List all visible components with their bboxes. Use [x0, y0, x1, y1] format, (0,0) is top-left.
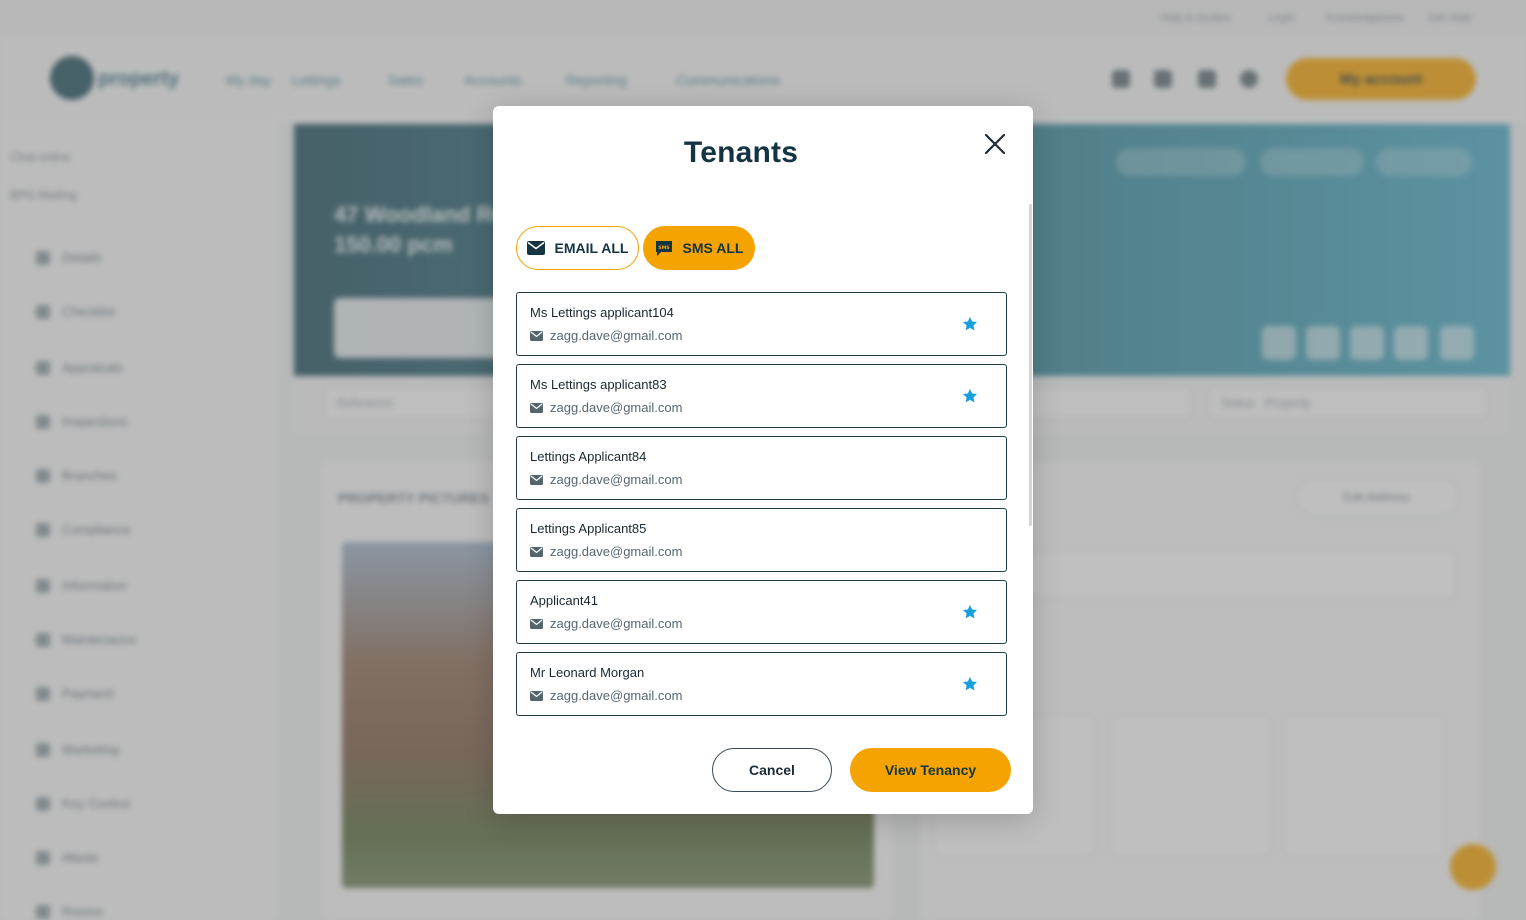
envelope-icon — [526, 241, 545, 255]
envelope-icon — [530, 546, 543, 557]
sms-all-button[interactable]: SMS SMS ALL — [643, 226, 755, 270]
tenant-email[interactable]: zagg.dave@gmail.com — [550, 688, 682, 703]
tenant-email[interactable]: zagg.dave@gmail.com — [550, 400, 682, 415]
tenants-modal: Tenants EMAIL ALL SMS SMS ALL Ms Letting… — [493, 106, 1033, 814]
sms-chat-icon: SMS — [655, 240, 672, 256]
cancel-button[interactable]: Cancel — [712, 748, 832, 792]
email-all-label: EMAIL ALL — [554, 240, 629, 256]
tenant-list: Ms Lettings applicant104 zagg.dave@gmail… — [516, 292, 1007, 724]
envelope-icon — [530, 690, 543, 701]
star-icon[interactable] — [961, 675, 979, 693]
envelope-icon — [530, 474, 543, 485]
sms-all-label: SMS ALL — [682, 240, 744, 256]
tenant-email-row: zagg.dave@gmail.com — [530, 400, 682, 415]
tenant-email[interactable]: zagg.dave@gmail.com — [550, 328, 682, 343]
sms-icon-text: SMS — [658, 244, 669, 250]
close-button[interactable] — [981, 130, 1009, 158]
tenant-email-row: zagg.dave@gmail.com — [530, 472, 682, 487]
scrollbar[interactable] — [1029, 204, 1032, 526]
tenant-email-row: zagg.dave@gmail.com — [530, 544, 682, 559]
tenant-card[interactable]: Applicant41 zagg.dave@gmail.com — [516, 580, 1007, 644]
tenant-card[interactable]: Ms Lettings applicant83 zagg.dave@gmail.… — [516, 364, 1007, 428]
tenant-card[interactable]: Lettings Applicant84 zagg.dave@gmail.com — [516, 436, 1007, 500]
view-tenancy-button[interactable]: View Tenancy — [850, 748, 1011, 792]
close-icon — [984, 133, 1006, 155]
tenant-name: Mr Leonard Morgan — [530, 665, 645, 680]
email-all-button[interactable]: EMAIL ALL — [516, 226, 639, 270]
tenant-card[interactable]: Mr Leonard Morgan zagg.dave@gmail.com — [516, 652, 1007, 716]
tenant-card[interactable]: Ms Lettings applicant104 zagg.dave@gmail… — [516, 292, 1007, 356]
tenant-name: Lettings Applicant84 — [530, 449, 647, 464]
envelope-icon — [530, 402, 543, 413]
tenant-name: Ms Lettings applicant83 — [530, 377, 667, 392]
tenant-name: Applicant41 — [530, 593, 598, 608]
tenant-email-row: zagg.dave@gmail.com — [530, 616, 682, 631]
star-icon[interactable] — [961, 315, 979, 333]
tenant-email[interactable]: zagg.dave@gmail.com — [550, 472, 682, 487]
tenant-name: Lettings Applicant85 — [530, 521, 647, 536]
tenant-email-row: zagg.dave@gmail.com — [530, 688, 682, 703]
star-icon[interactable] — [961, 603, 979, 621]
envelope-icon — [530, 618, 543, 629]
tenant-email[interactable]: zagg.dave@gmail.com — [550, 616, 682, 631]
star-icon[interactable] — [961, 387, 979, 405]
modal-title: Tenants — [683, 136, 799, 169]
envelope-icon — [530, 330, 543, 341]
tenant-name: Ms Lettings applicant104 — [530, 305, 674, 320]
tenant-email-row: zagg.dave@gmail.com — [530, 328, 682, 343]
tenant-card[interactable]: Lettings Applicant85 zagg.dave@gmail.com — [516, 508, 1007, 572]
tenant-email[interactable]: zagg.dave@gmail.com — [550, 544, 682, 559]
